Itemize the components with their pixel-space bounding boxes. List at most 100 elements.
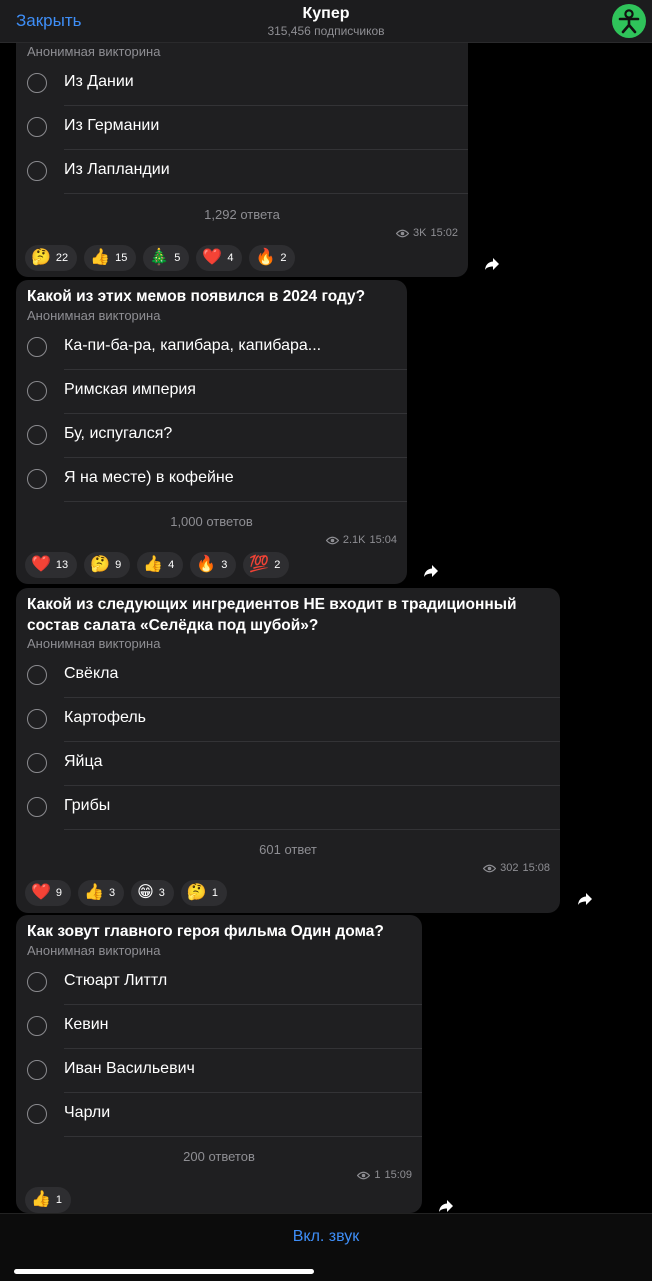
reaction-chip[interactable]: 🤔 22 <box>25 245 78 271</box>
message-meta: 3K 15:02 <box>396 227 458 239</box>
reaction-count: 4 <box>227 252 234 264</box>
option-label: Бу, испугался? <box>64 425 173 442</box>
radio-button[interactable] <box>27 972 47 992</box>
divider <box>64 829 560 830</box>
grinning-emoji-icon: 😁 <box>137 884 154 901</box>
option-label: Римская империя <box>64 381 196 398</box>
poll-option[interactable]: Я на месте) в кофейне <box>16 458 407 502</box>
heart-emoji-icon: ❤️ <box>31 884 51 901</box>
radio-button[interactable] <box>27 161 47 181</box>
poll-option[interactable]: Бу, испугался? <box>16 414 407 458</box>
option-label: Грибы <box>64 797 111 814</box>
poll-option[interactable]: Грибы <box>16 786 560 830</box>
radio-button[interactable] <box>27 1060 47 1080</box>
share-icon[interactable] <box>577 892 593 906</box>
share-icon[interactable] <box>438 1199 454 1213</box>
channel-avatar[interactable] <box>612 4 646 38</box>
radio-button[interactable] <box>27 1016 47 1036</box>
poll-option[interactable]: Ка-пи-ба-ра, капибара, капибара... <box>16 326 407 370</box>
subscriber-count: 315,456 подписчиков <box>267 24 385 38</box>
reactions-bar: 🤔 22 👍 15 🎄 5 ❤️ 4 🔥 2 <box>25 245 296 271</box>
radio-button[interactable] <box>27 425 47 445</box>
option-label: Яйца <box>64 753 103 770</box>
reaction-chip[interactable]: 🔥 3 <box>190 552 237 578</box>
eye-icon <box>325 536 339 544</box>
poll-option[interactable]: Римская империя <box>16 370 407 414</box>
radio-button[interactable] <box>27 753 47 773</box>
reaction-chip[interactable]: 🔥 2 <box>249 245 296 271</box>
poll-option[interactable]: Из Лапландии <box>16 150 468 194</box>
poll-option[interactable]: Яйца <box>16 742 560 786</box>
view-count: 3K <box>413 227 427 239</box>
top-bar: Закрыть Купер 315,456 подписчиков <box>0 0 652 43</box>
reaction-chip[interactable]: 💯 2 <box>243 552 290 578</box>
unmute-button[interactable]: Вкл. звук <box>0 1228 652 1246</box>
message-meta: 302 15:08 <box>483 862 550 874</box>
radio-button[interactable] <box>27 117 47 137</box>
poll-question: Как зовут главного героя фильма Один дом… <box>27 923 384 940</box>
reaction-chip[interactable]: ❤️ 13 <box>25 552 78 578</box>
vote-count: 200 ответов <box>183 1149 255 1164</box>
radio-button[interactable] <box>27 665 47 685</box>
radio-button[interactable] <box>27 797 47 817</box>
share-icon[interactable] <box>484 257 500 271</box>
christmas-tree-emoji-icon: 🎄 <box>149 249 170 266</box>
option-label: Я на месте) в кофейне <box>64 469 234 486</box>
reaction-count: 1 <box>211 887 218 899</box>
fire-emoji-icon: 🔥 <box>255 249 276 266</box>
option-label: Ка-пи-ба-ра, капибара, капибара... <box>64 337 322 354</box>
option-label: Из Лапландии <box>64 161 170 178</box>
poll-type-label: Анонимная викторина <box>27 943 161 958</box>
home-indicator[interactable] <box>14 1269 314 1274</box>
poll-type-label: Анонимная викторина <box>27 636 161 651</box>
option-label: Стюарт Литтл <box>64 972 168 989</box>
reaction-chip[interactable]: 👍 4 <box>137 552 184 578</box>
poll-option[interactable]: Из Германии <box>16 106 468 150</box>
hundred-emoji-icon: 💯 <box>249 556 270 573</box>
radio-button[interactable] <box>27 73 47 93</box>
poll-option[interactable]: Стюарт Литтл <box>16 961 422 1005</box>
reaction-chip[interactable]: 😁 3 <box>131 880 174 906</box>
poll-question-line: Какой из следующих ингредиентов НЕ входи… <box>27 596 517 613</box>
poll-option[interactable]: Свёкла <box>16 654 560 698</box>
poll-message: Как зовут главного героя фильма Один дом… <box>16 915 422 1213</box>
heart-emoji-icon: ❤️ <box>202 249 223 266</box>
poll-message: Какой из этих мемов появился в 2024 году… <box>16 280 407 584</box>
reaction-chip[interactable]: 👍 15 <box>84 245 137 271</box>
reaction-count: 13 <box>55 559 69 571</box>
option-label: Кевин <box>64 1016 109 1033</box>
share-icon[interactable] <box>423 564 439 578</box>
message-time: 15:02 <box>430 227 458 239</box>
radio-button[interactable] <box>27 469 47 489</box>
poll-type-label: Анонимная викторина <box>27 44 161 59</box>
poll-question: Какой из этих мемов появился в 2024 году… <box>27 288 366 305</box>
poll-option[interactable]: Чарли <box>16 1093 422 1137</box>
reaction-chip[interactable]: ❤️ 4 <box>196 245 243 271</box>
reaction-count: 2 <box>280 252 287 264</box>
radio-button[interactable] <box>27 1104 47 1124</box>
poll-option[interactable]: Картофель <box>16 698 560 742</box>
radio-button[interactable] <box>27 337 47 357</box>
poll-type-label: Анонимная викторина <box>27 308 161 323</box>
reaction-count: 15 <box>115 252 128 264</box>
poll-option[interactable]: Кевин <box>16 1005 422 1049</box>
reaction-chip[interactable]: 🤔 1 <box>180 880 227 906</box>
poll-message: Какой из следующих ингредиентов НЕ входи… <box>16 588 560 913</box>
heart-emoji-icon: ❤️ <box>31 556 51 573</box>
reaction-chip[interactable]: 🎄 5 <box>143 245 190 271</box>
radio-button[interactable] <box>27 709 47 729</box>
reactions-bar: ❤️ 9 👍 3 😁 3 🤔 1 <box>25 880 227 906</box>
reaction-chip[interactable]: 👍 1 <box>25 1187 72 1213</box>
divider <box>64 1136 422 1137</box>
poll-option[interactable]: Из Дании <box>16 62 468 106</box>
thumbs-up-emoji-icon: 👍 <box>84 884 104 901</box>
channel-title[interactable]: Купер <box>0 5 652 23</box>
reaction-chip[interactable]: ❤️ 9 <box>25 880 72 906</box>
thinking-emoji-icon: 🤔 <box>186 884 207 901</box>
reaction-chip[interactable]: 👍 3 <box>78 880 125 906</box>
option-label: Чарли <box>64 1104 111 1121</box>
vote-count: 1,292 ответа <box>204 207 280 222</box>
reaction-chip[interactable]: 🤔 9 <box>84 552 131 578</box>
poll-option[interactable]: Иван Васильевич <box>16 1049 422 1093</box>
radio-button[interactable] <box>27 381 47 401</box>
